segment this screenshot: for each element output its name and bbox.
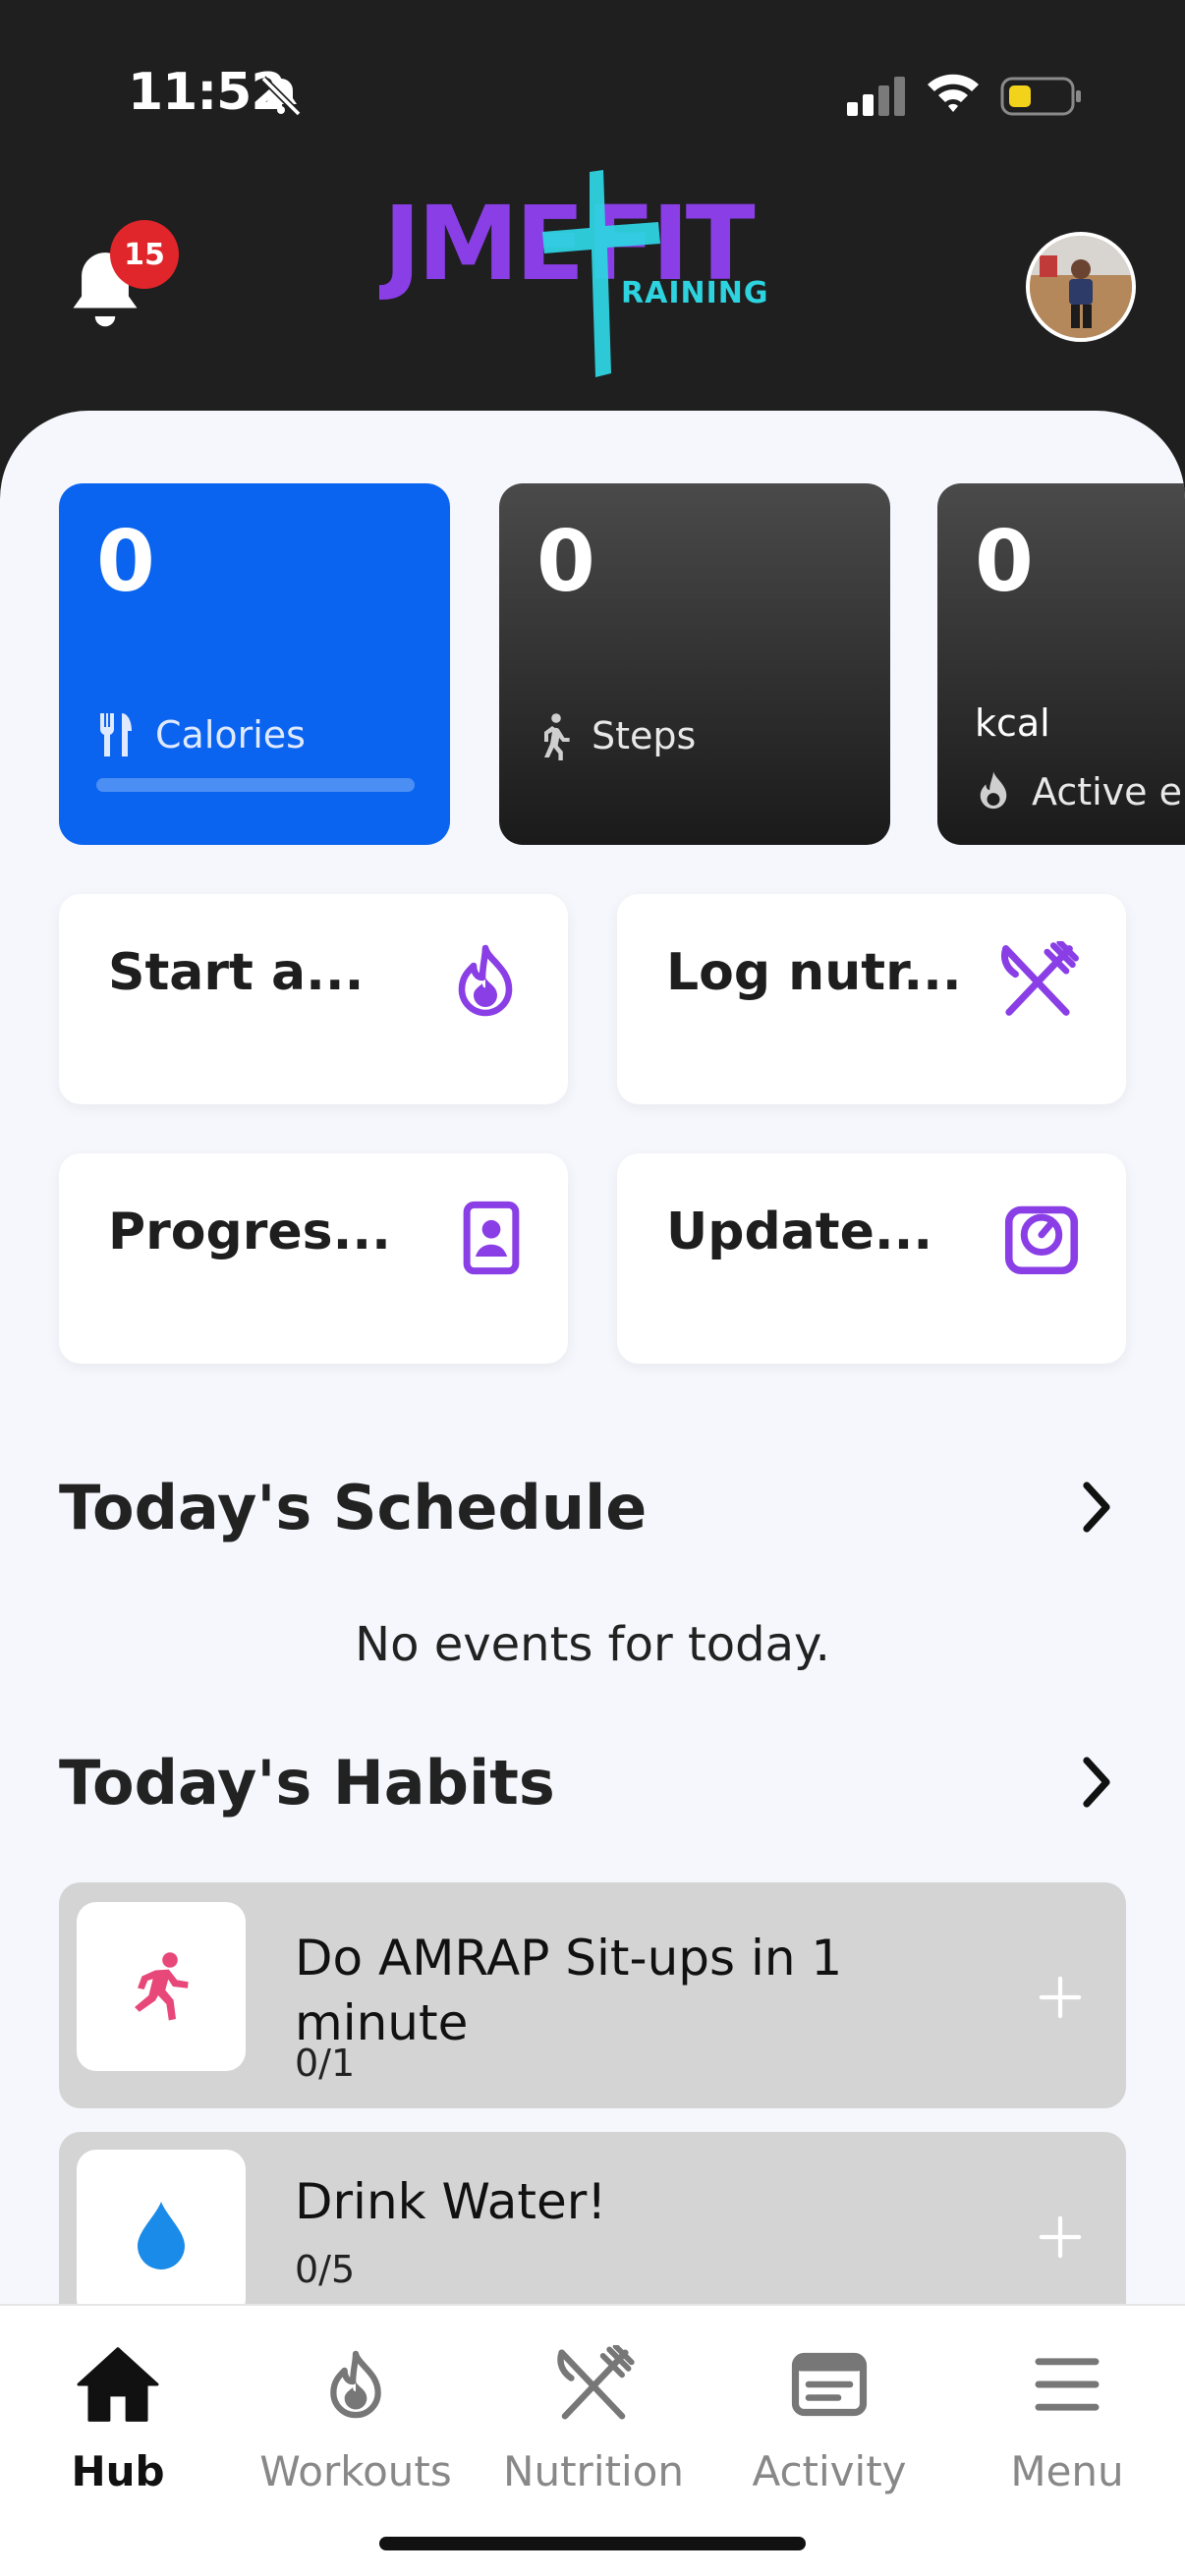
steps-value: 0 (536, 513, 595, 611)
habit-row[interactable]: Do AMRAP Sit-ups in 1 minute 0/1 (59, 1882, 1126, 2108)
fork-knife-crossed-icon (557, 2345, 635, 2420)
log-nutrition-button[interactable]: Log nutr... (617, 894, 1126, 1104)
bottom-navigation: Hub Workouts Nutrition Activity Menu (0, 2304, 1185, 2576)
activity-feed-icon (791, 2352, 868, 2417)
habits-title: Today's Habits (59, 1747, 555, 1819)
habit-icon-box (77, 2150, 246, 2307)
steps-label: Steps (592, 714, 697, 757)
nav-menu-label: Menu (1010, 2447, 1124, 2495)
cellular-signal-icon (847, 77, 905, 116)
svg-text:RAINING: RAINING (621, 276, 768, 310)
home-icon (77, 2347, 159, 2422)
active-energy-unit: kcal (975, 701, 1050, 745)
nav-nutrition[interactable]: Nutrition (476, 2335, 711, 2495)
nav-hub-label: Hub (71, 2447, 165, 2495)
progress-photos-button[interactable]: Progres... (59, 1153, 568, 1364)
steps-card[interactable]: 0 Steps (499, 483, 890, 845)
schedule-chevron-right-icon[interactable] (1077, 1480, 1116, 1535)
add-habit-progress-icon[interactable] (1038, 1975, 1083, 2020)
avatar-photo (1030, 236, 1132, 338)
hamburger-menu-icon (1035, 2358, 1100, 2411)
habit-title: Drink Water! (295, 2173, 607, 2230)
battery-icon (1000, 77, 1081, 116)
schedule-title: Today's Schedule (59, 1472, 648, 1543)
steps-label-row: Steps (536, 711, 696, 760)
flame-icon (330, 2350, 381, 2419)
silent-mode-icon (260, 76, 302, 117)
habits-chevron-right-icon[interactable] (1077, 1755, 1116, 1810)
water-drop-icon (138, 2202, 185, 2269)
app-root: 11:52 15 JME FIT RAINING 0 Calories 0 St… (0, 0, 1185, 2576)
calories-progress-bar (96, 778, 415, 792)
no-events-text: No events for today. (355, 1617, 830, 1672)
active-energy-label-row: Active e (975, 768, 1182, 815)
calories-label-row: Calories (96, 711, 306, 758)
walking-icon (544, 713, 570, 760)
habit-count: 0/1 (295, 2042, 356, 2085)
fork-knife-crossed-icon (1000, 941, 1079, 1016)
nav-hub[interactable]: Hub (0, 2335, 236, 2495)
flame-icon (980, 771, 1007, 810)
start-workout-button[interactable]: Start a... (59, 894, 568, 1104)
habit-row[interactable]: Drink Water! 0/5 (59, 2132, 1126, 2307)
notification-badge: 15 (110, 220, 179, 289)
add-habit-progress-icon[interactable] (1038, 2214, 1083, 2260)
profile-card-icon (463, 1201, 520, 1275)
calories-label: Calories (155, 713, 306, 756)
habit-title: Do AMRAP Sit-ups in 1 minute (295, 1930, 843, 2051)
log-nutrition-label: Log nutr... (666, 943, 962, 1002)
nav-menu[interactable]: Menu (949, 2335, 1185, 2495)
flame-icon (458, 944, 513, 1017)
running-icon (135, 1952, 189, 2021)
nav-workouts[interactable]: Workouts (238, 2335, 474, 2495)
wifi-icon (928, 74, 979, 112)
active-energy-card[interactable]: 0 kcal Active e (937, 483, 1185, 845)
scale-icon (1004, 1205, 1079, 1275)
calories-value: 0 (96, 513, 155, 611)
nav-activity[interactable]: Activity (711, 2335, 947, 2495)
nav-workouts-label: Workouts (259, 2447, 452, 2495)
jmefit-training-logo: JME FIT RAINING (379, 170, 768, 377)
nav-nutrition-label: Nutrition (503, 2447, 684, 2495)
active-energy-label: Active e (1032, 770, 1183, 813)
nav-activity-label: Activity (752, 2447, 907, 2495)
update-weight-button[interactable]: Update... (617, 1153, 1126, 1364)
habit-icon-box (77, 1902, 246, 2071)
active-energy-value: 0 (975, 513, 1034, 611)
update-weight-label: Update... (666, 1203, 933, 1261)
progress-photos-label: Progres... (108, 1203, 391, 1261)
main-content: 0 Calories 0 Steps 0 kcal Active e Start… (0, 411, 1185, 2307)
fork-knife-icon (99, 713, 132, 756)
user-avatar[interactable] (1026, 232, 1136, 342)
start-workout-label: Start a... (108, 943, 365, 1002)
home-indicator[interactable] (379, 2537, 806, 2550)
calories-card[interactable]: 0 Calories (59, 483, 450, 845)
habit-count: 0/5 (295, 2248, 356, 2291)
